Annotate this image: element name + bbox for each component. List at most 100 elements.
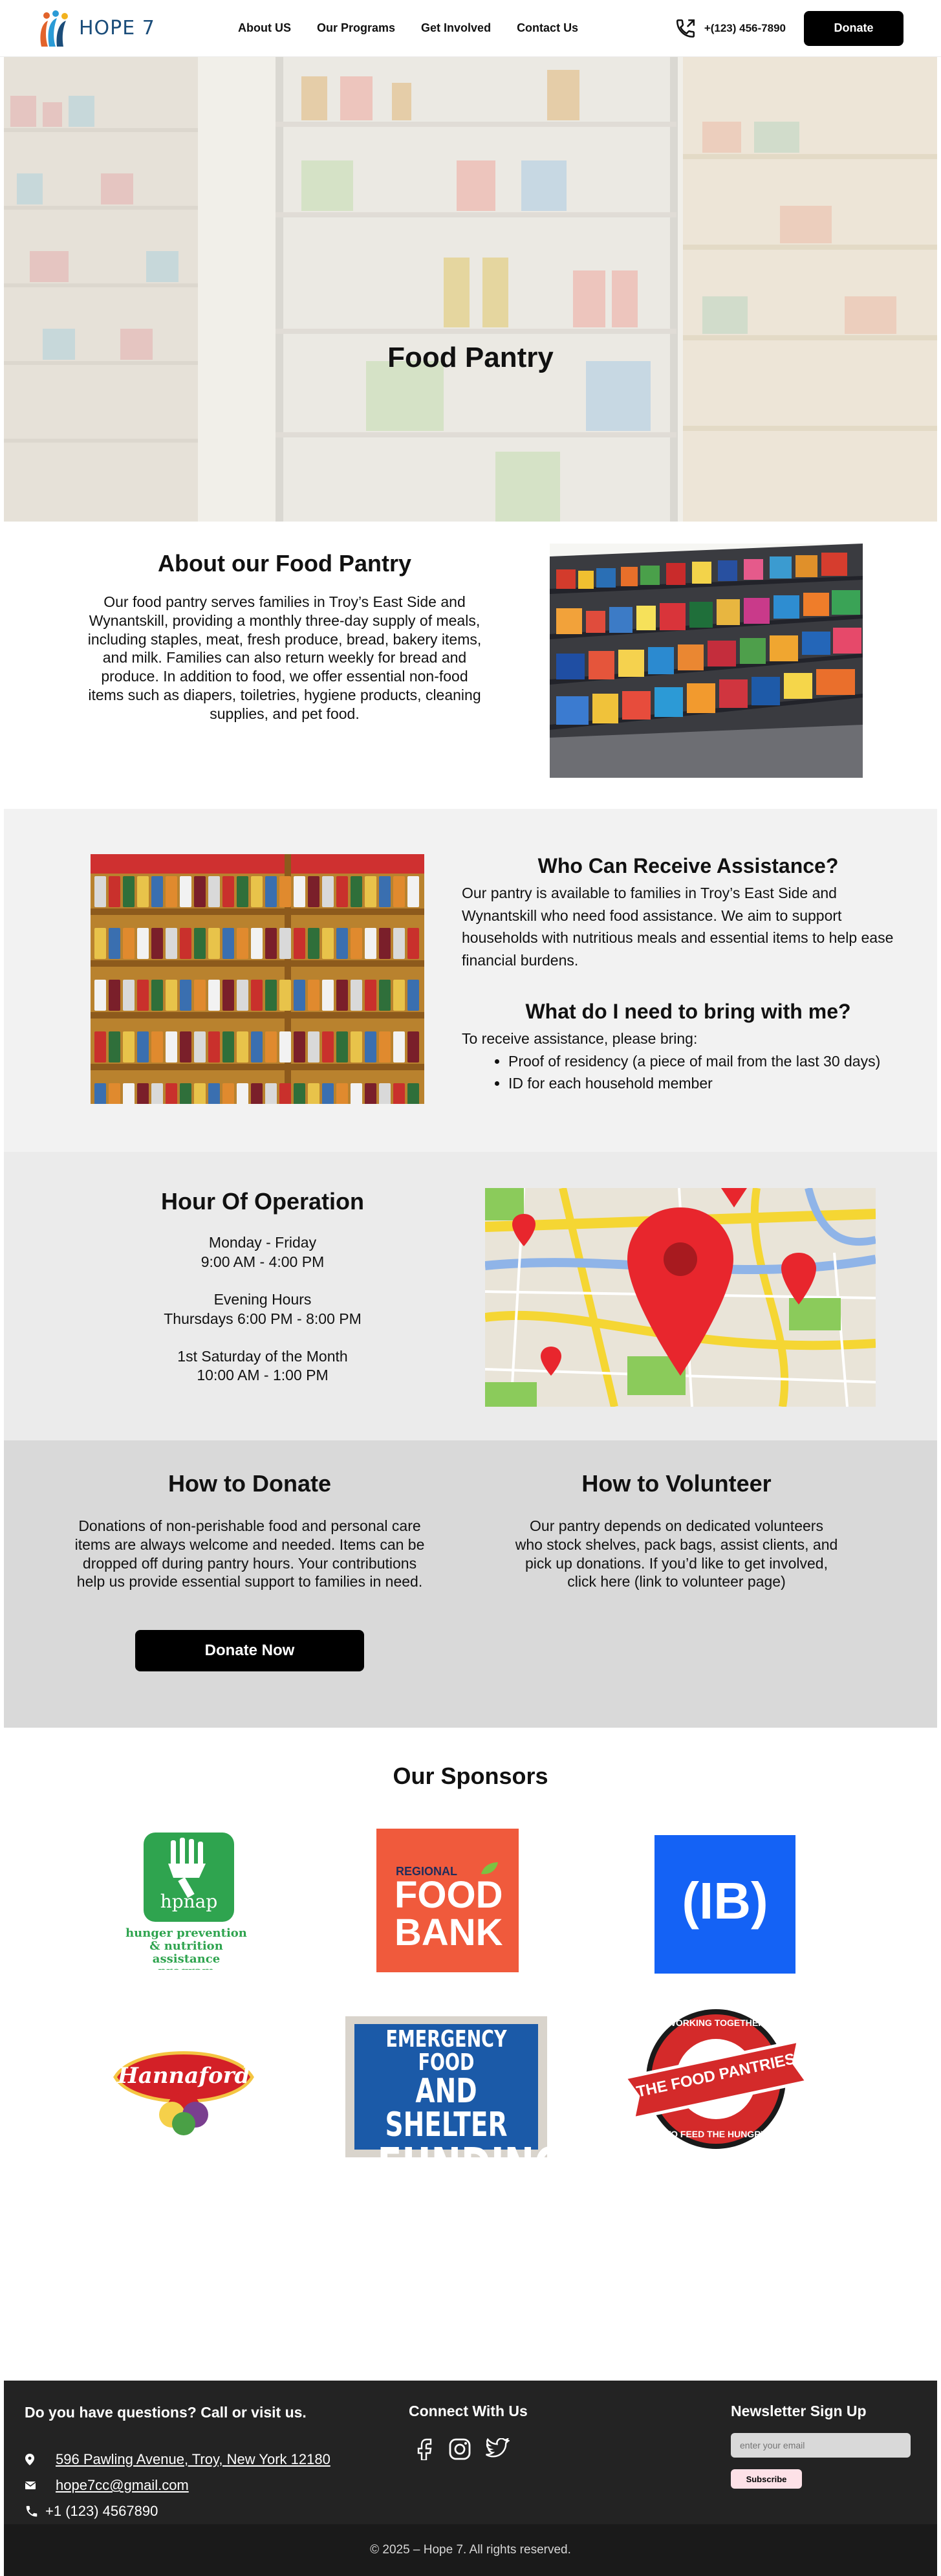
can-shape <box>180 1031 191 1062</box>
can-shape <box>180 928 191 959</box>
bring-item: ID for each household member <box>508 1072 914 1095</box>
nav-donate-button[interactable]: Donate <box>804 10 903 46</box>
can-shape <box>109 1031 120 1062</box>
canned-goods-image <box>91 854 424 1104</box>
foodbank-line: FOOD <box>395 1874 503 1916</box>
sponsors-section: Our Sponsors hpnap hunger prevention & n… <box>0 1728 941 2381</box>
sponsor-logo-regional-food-bank[interactable]: REGIONAL FOOD BANK <box>376 1829 519 1972</box>
can-shape <box>294 980 305 1011</box>
can-shape <box>137 876 149 907</box>
hero: Food Pantry <box>4 57 937 522</box>
can-shape <box>194 1083 206 1104</box>
can-shape <box>94 1031 106 1062</box>
assistance-section: Who Can Receive Assistance? Our pantry i… <box>4 809 937 1152</box>
can-shape <box>351 876 362 907</box>
can-shape <box>166 1083 177 1104</box>
can-shape <box>109 876 120 907</box>
phone-icon <box>26 2505 38 2517</box>
can-shape <box>151 876 163 907</box>
footer-newsletter: Newsletter Sign Up Subscribe <box>731 2403 911 2489</box>
nav-link-contact[interactable]: Contact Us <box>517 21 578 35</box>
top-nav: HOPE 7 About US Our Programs Get Involve… <box>0 0 941 57</box>
can-shape <box>379 980 391 1011</box>
footer-email-link[interactable]: hope7cc@gmail.com <box>56 2477 189 2494</box>
who-title: Who Can Receive Assistance? <box>537 854 839 877</box>
can-shape <box>379 1083 391 1104</box>
can-shape <box>322 1083 334 1104</box>
nav-link-about[interactable]: About US <box>238 21 291 35</box>
nav-link-get-involved[interactable]: Get Involved <box>421 21 491 35</box>
can-shape <box>94 1083 106 1104</box>
can-shape <box>123 876 135 907</box>
can-shape <box>351 1083 362 1104</box>
can-shape <box>379 928 391 959</box>
canned-goods-photo <box>91 854 424 1104</box>
sponsor-logo-hannaford[interactable]: Hannaford <box>109 2032 259 2141</box>
facebook-icon[interactable] <box>415 2438 435 2460</box>
can-shape <box>407 980 419 1011</box>
can-shape <box>137 928 149 959</box>
twitter-icon[interactable] <box>485 2438 510 2459</box>
can-shape <box>308 928 319 959</box>
can-shape <box>194 980 206 1011</box>
can-shape <box>265 928 277 959</box>
nav-link-programs[interactable]: Our Programs <box>317 21 395 35</box>
can-shape <box>265 1031 277 1062</box>
efsf-line: EMERGENCY FOOD <box>385 2026 507 2076</box>
hpnap-line: & nutrition assistance <box>149 1939 223 1966</box>
sponsor-logo-ib[interactable]: (IB) <box>654 1835 795 1974</box>
logo-people-icon <box>40 10 68 47</box>
hpnap-line: program <box>115 1965 257 1970</box>
pantry-aisle-image <box>550 544 863 778</box>
can-shape <box>407 1083 419 1104</box>
sponsor-logo-hpnap[interactable]: hpnap hunger prevention & nutrition assi… <box>115 1826 257 1970</box>
can-shape <box>222 876 234 907</box>
newsletter-email-input[interactable] <box>731 2433 911 2458</box>
can-shape <box>109 928 120 959</box>
footer-connect-title: Connect With Us <box>409 2403 528 2419</box>
footer-phone: +1 (123) 4567890 <box>45 2503 158 2519</box>
brand-logo[interactable]: HOPE 7 <box>38 9 232 48</box>
evening-time: Thursdays 6:00 PM - 8:00 PM <box>164 1310 362 1327</box>
can-shape <box>251 876 263 907</box>
pantries-top: WORKING TOGETHER <box>667 2018 765 2028</box>
sponsor-logo-efsf[interactable]: EMERGENCY FOOD AND SHELTER FUNDING <box>345 2016 547 2157</box>
can-shape <box>279 928 291 959</box>
map-pins-image <box>485 1188 876 1407</box>
can-shape <box>336 928 348 959</box>
pantry-aisle-photo <box>550 544 863 778</box>
can-shape <box>379 1031 391 1062</box>
can-shape <box>308 980 319 1011</box>
subscribe-button[interactable]: Subscribe <box>731 2469 802 2489</box>
saturday-time: 10:00 AM - 1:00 PM <box>197 1367 329 1384</box>
sponsor-logo-food-pantries[interactable]: THE FOOD PANTRIES WORKING TOGETHER TO FE… <box>621 2005 811 2153</box>
can-shape <box>166 928 177 959</box>
can-shape <box>336 980 348 1011</box>
donate-now-button[interactable]: Donate Now <box>135 1630 364 1671</box>
can-shape <box>279 980 291 1011</box>
footer: Do you have questions? Call or visit us.… <box>4 2381 937 2524</box>
mail-icon <box>25 2482 36 2489</box>
hero-title: Food Pantry <box>387 342 554 373</box>
can-shape <box>166 876 177 907</box>
footer-address-link[interactable]: 596 Pawling Avenue, Troy, New York 12180 <box>56 2451 330 2468</box>
nav-phone[interactable]: +(123) 456-7890 <box>675 17 786 39</box>
can-shape <box>393 1031 405 1062</box>
can-shape <box>265 980 277 1011</box>
about-text: About our Food Pantry Our food pantry se… <box>84 544 485 778</box>
can-shape <box>393 876 405 907</box>
can-shape <box>251 1083 263 1104</box>
instagram-icon[interactable] <box>449 2438 471 2460</box>
about-body: Our food pantry serves families in Troy’… <box>87 593 482 722</box>
can-shape <box>265 1083 277 1104</box>
footer-questions-title: Do you have questions? Call or visit us. <box>25 2404 307 2421</box>
can-shape <box>137 1031 149 1062</box>
can-shape <box>208 1031 220 1062</box>
phone-icon <box>676 19 695 38</box>
can-shape <box>166 980 177 1011</box>
can-shape <box>336 1083 348 1104</box>
volunteer-body[interactable]: Our pantry depends on dedicated voluntee… <box>495 1517 858 1591</box>
can-shape <box>393 928 405 959</box>
leaf-icon <box>481 1862 498 1875</box>
can-shape <box>94 928 106 959</box>
